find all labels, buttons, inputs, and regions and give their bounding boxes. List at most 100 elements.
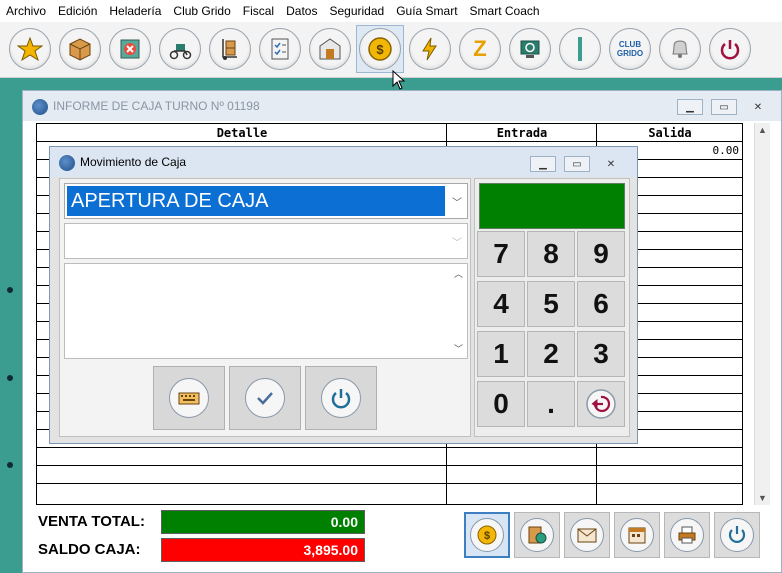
key-6[interactable]: 6	[577, 281, 625, 327]
key-9[interactable]: 9	[577, 231, 625, 277]
mouse-cursor-icon	[392, 70, 406, 90]
row-divider	[37, 465, 742, 466]
scroll-up-icon[interactable]: ▲	[758, 125, 767, 135]
key-1[interactable]: 1	[477, 331, 525, 377]
table-scrollbar[interactable]: ▲ ▼	[754, 123, 770, 505]
notes-scrollbar[interactable]: ︿ ﹀	[451, 264, 467, 358]
dialog-close-button[interactable]: ✕	[598, 156, 624, 172]
key-decimal[interactable]: .	[527, 381, 575, 427]
star-icon	[17, 36, 43, 62]
key-8[interactable]: 8	[527, 231, 575, 277]
cash-movement-button[interactable]: $	[359, 28, 401, 70]
key-5[interactable]: 5	[527, 281, 575, 327]
minimize-button[interactable]: ▁	[677, 99, 703, 115]
close-report-button[interactable]	[714, 512, 760, 558]
app-icon	[32, 99, 48, 115]
column-header-detalle[interactable]: Detalle	[37, 124, 447, 142]
app-icon	[59, 155, 75, 171]
cancel-box-icon	[120, 39, 140, 59]
money-report-button[interactable]	[514, 512, 560, 558]
column-header-salida[interactable]: Salida	[597, 124, 743, 142]
cash-movement-dialog: Movimiento de Caja ▁ ▭ ✕ APERTURA DE CAJ…	[49, 146, 638, 444]
movement-form-panel: APERTURA DE CAJA ﹀ ﹀ ︿ ﹀	[59, 178, 471, 437]
movement-notes-textarea[interactable]: ︿ ﹀	[64, 263, 468, 359]
menu-heladeria[interactable]: Heladería	[103, 0, 167, 22]
sync-icon	[520, 40, 540, 58]
cash-movement-bottom-button[interactable]: $	[464, 512, 510, 558]
venta-total-label: VENTA TOTAL:	[38, 513, 145, 530]
mail-button[interactable]	[564, 512, 610, 558]
svg-text:$: $	[376, 42, 384, 57]
menu-seguridad[interactable]: Seguridad	[323, 0, 390, 22]
key-3[interactable]: 3	[577, 331, 625, 377]
warehouse-icon	[319, 38, 341, 60]
svg-text:$: $	[484, 530, 490, 542]
cash-report-titlebar: INFORME DE CAJA TURNO Nº 01198 ▁ ▭ ✕	[23, 91, 781, 121]
row-divider	[37, 483, 742, 484]
scroll-down-icon[interactable]: ▼	[758, 493, 767, 503]
quick-action-button[interactable]	[409, 28, 451, 70]
delivery-scooter-icon	[169, 44, 192, 60]
cash-report-title: INFORME DE CAJA TURNO Nº 01198	[53, 99, 260, 113]
keypad-panel: 7 8 9 4 5 6 1 2 3 0 .	[474, 178, 630, 437]
club-grido-button[interactable]: CLUB GRIDO	[609, 28, 651, 70]
stock-button[interactable]	[209, 28, 251, 70]
favorites-button[interactable]	[9, 28, 51, 70]
calendar-button[interactable]	[614, 512, 660, 558]
lightning-icon	[422, 37, 437, 61]
notifications-button[interactable]	[659, 28, 701, 70]
scroll-up-icon[interactable]: ︿	[454, 267, 463, 280]
keyboard-icon	[178, 392, 200, 405]
header-divider	[37, 141, 742, 142]
menu-fiscal[interactable]: Fiscal	[237, 0, 280, 22]
menu-bar: Archivo Edición Heladería Club Grido Fis…	[0, 0, 782, 22]
dialog-maximize-button[interactable]: ▭	[564, 156, 590, 172]
saldo-caja-value: 3,895.00	[161, 538, 365, 562]
movement-detail-select[interactable]: ﹀	[64, 223, 468, 259]
cancel-products-button[interactable]	[109, 28, 151, 70]
key-0[interactable]: 0	[477, 381, 525, 427]
desktop-dot	[7, 375, 13, 381]
desktop-dot	[7, 462, 13, 468]
key-7[interactable]: 7	[477, 231, 525, 277]
delivery-button[interactable]	[159, 28, 201, 70]
dialog-exit-button[interactable]	[305, 366, 377, 430]
divider-bar-icon	[578, 37, 582, 61]
chevron-down-icon[interactable]: ﹀	[447, 184, 467, 218]
separator-button[interactable]	[559, 28, 601, 70]
power-icon	[728, 526, 746, 543]
calendar-icon	[628, 527, 646, 544]
z-report-button[interactable]: Z	[459, 28, 501, 70]
menu-guia-smart[interactable]: Guía Smart	[390, 0, 463, 22]
scroll-down-icon[interactable]: ﹀	[454, 342, 463, 355]
cash-movement-icon: $	[477, 525, 497, 545]
z-report-icon: Z	[473, 36, 487, 61]
hand-truck-icon	[222, 39, 237, 60]
key-4[interactable]: 4	[477, 281, 525, 327]
menu-smart-coach[interactable]: Smart Coach	[464, 0, 546, 22]
amount-display	[479, 183, 625, 229]
products-button[interactable]	[59, 28, 101, 70]
power-icon	[720, 40, 740, 60]
keyboard-button[interactable]	[153, 366, 225, 430]
menu-archivo[interactable]: Archivo	[0, 0, 52, 22]
toolbar: $ Z CLUB GRIDO	[0, 22, 782, 78]
print-button[interactable]	[664, 512, 710, 558]
menu-datos[interactable]: Datos	[280, 0, 323, 22]
menu-edicion[interactable]: Edición	[52, 0, 103, 22]
desktop-dot	[7, 287, 13, 293]
chevron-down-icon[interactable]: ﹀	[447, 224, 467, 258]
key-backspace[interactable]	[577, 381, 625, 427]
confirm-button[interactable]	[229, 366, 301, 430]
checklist-button[interactable]	[259, 28, 301, 70]
column-header-entrada[interactable]: Entrada	[447, 124, 597, 142]
menu-club-grido[interactable]: Club Grido	[167, 0, 236, 22]
exit-button[interactable]	[709, 28, 751, 70]
maximize-button[interactable]: ▭	[711, 99, 737, 115]
close-button[interactable]: ✕	[745, 99, 771, 115]
sync-button[interactable]	[509, 28, 551, 70]
dialog-minimize-button[interactable]: ▁	[530, 156, 556, 172]
key-2[interactable]: 2	[527, 331, 575, 377]
movement-type-select[interactable]: APERTURA DE CAJA ﹀	[64, 183, 468, 219]
warehouse-button[interactable]	[309, 28, 351, 70]
